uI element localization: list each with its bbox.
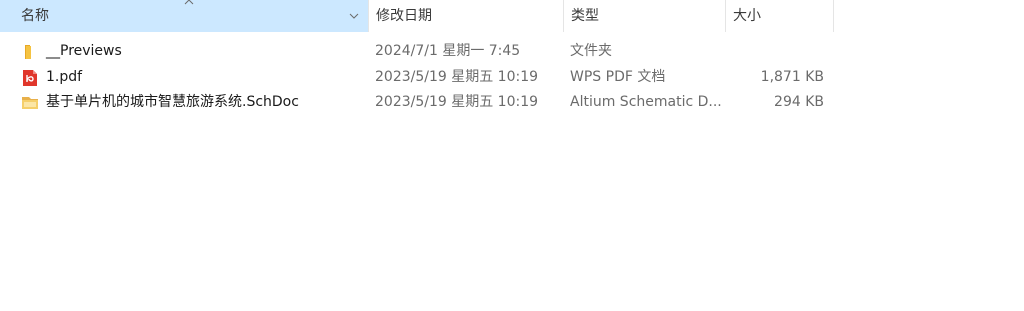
- folder-icon: [25, 45, 31, 59]
- file-name: __Previews: [46, 43, 122, 59]
- column-header-type-label: 类型: [571, 8, 599, 24]
- file-date: 2024/7/1 星期一 7:45: [375, 43, 521, 59]
- schdoc-file-icon: [22, 97, 38, 109]
- column-header-name[interactable]: 名称: [0, 0, 368, 32]
- file-date: 2023/5/19 星期五 10:19: [375, 94, 539, 110]
- column-header-date-label: 修改日期: [376, 8, 432, 24]
- column-header-size-label: 大小: [733, 8, 761, 24]
- chevron-down-icon[interactable]: [349, 11, 359, 21]
- file-name: 1.pdf: [46, 68, 83, 85]
- file-row[interactable]: 基于单片机的城市智慧旅游系统.SchDoc 2023/5/19 星期五 10:1…: [0, 90, 834, 116]
- sort-ascending-icon: [184, 0, 194, 5]
- column-header-name-label: 名称: [21, 8, 49, 24]
- file-list: __Previews 2024/7/1 星期一 7:45 文件夹 1.pdf 2…: [0, 39, 834, 116]
- column-header-size[interactable]: 大小: [725, 0, 834, 32]
- file-type: Altium Schematic D...: [570, 94, 722, 110]
- file-type: 文件夹: [570, 43, 612, 59]
- file-name: 基于单片机的城市智慧旅游系统.SchDoc: [46, 94, 299, 110]
- file-explorer-list: 名称 修改日期 类型 大小 __Previews 2024/7/1 星期一 7:…: [0, 0, 1024, 311]
- file-row[interactable]: __Previews 2024/7/1 星期一 7:45 文件夹: [0, 39, 834, 65]
- pdf-file-icon: [23, 69, 37, 86]
- column-header-type[interactable]: 类型: [563, 0, 725, 32]
- column-header-date[interactable]: 修改日期: [368, 0, 563, 32]
- file-size: [725, 39, 824, 64]
- file-size: 1,871 KB: [760, 68, 824, 85]
- file-size: 294 KB: [774, 94, 824, 110]
- file-date: 2023/5/19 星期五 10:19: [375, 68, 539, 85]
- column-header-bar: 名称 修改日期 类型 大小: [0, 0, 834, 32]
- file-type: WPS PDF 文档: [570, 68, 666, 85]
- file-row[interactable]: 1.pdf 2023/5/19 星期五 10:19 WPS PDF 文档 1,8…: [0, 65, 834, 91]
